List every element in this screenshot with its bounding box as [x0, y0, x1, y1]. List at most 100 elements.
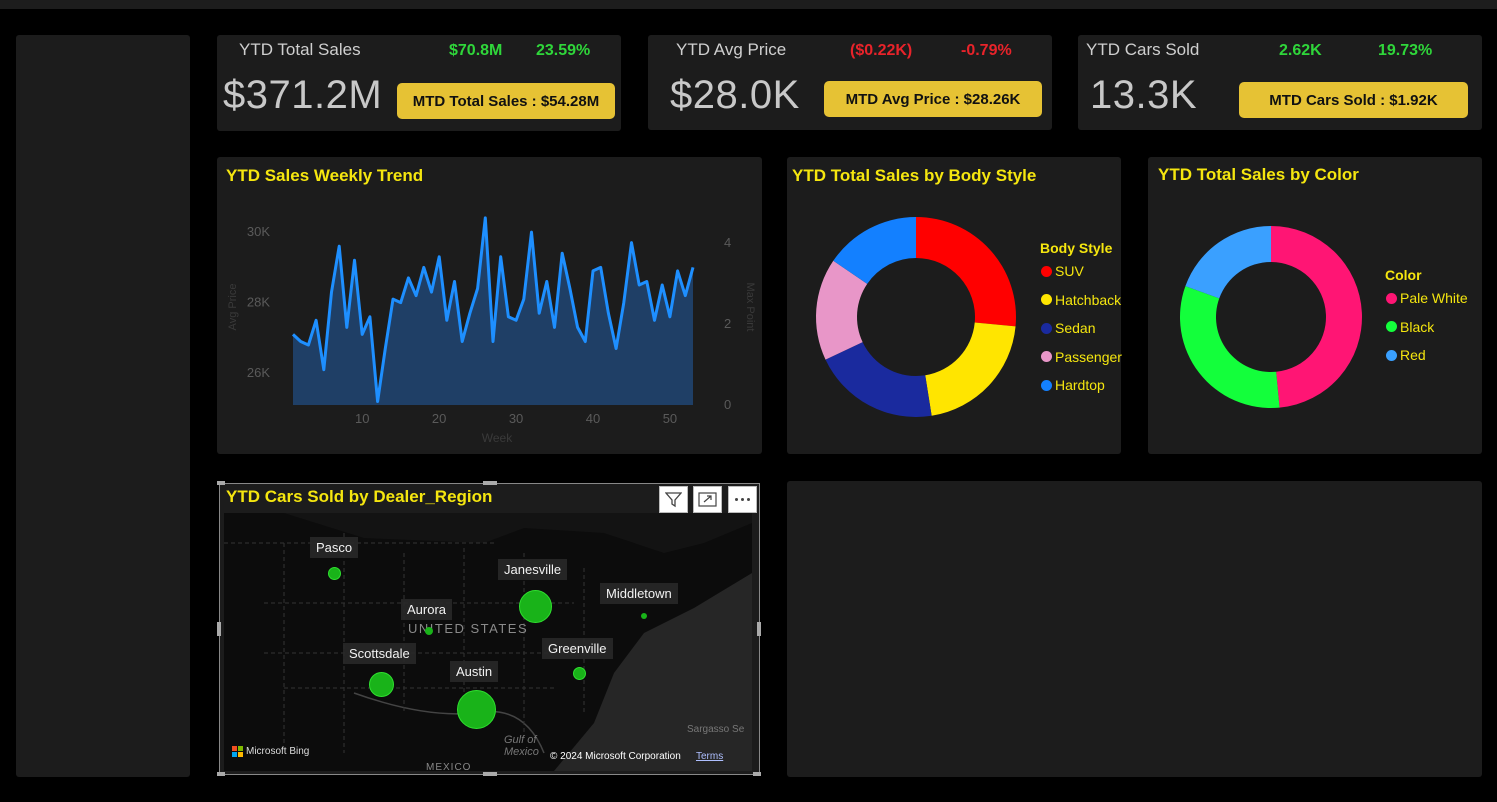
body-style-visual[interactable]: YTD Total Sales by Body Style Body Style…: [787, 157, 1122, 454]
x-tick-label: 10: [355, 411, 369, 426]
y-tick-label: 26K: [247, 365, 270, 380]
slice-pale-white[interactable]: [1271, 226, 1362, 408]
filter-button[interactable]: [659, 486, 688, 513]
legend-marker: [1386, 321, 1397, 332]
region-label-pasco: Pasco: [310, 537, 359, 558]
legend-label: SUV: [1055, 263, 1084, 279]
more-options-button[interactable]: [728, 486, 757, 513]
region-bubble-scottsdale[interactable]: [369, 672, 394, 697]
region-bubble-austin[interactable]: [457, 690, 496, 729]
region-bubble-aurora[interactable]: [425, 627, 433, 635]
color-visual[interactable]: YTD Total Sales by Color Color Pale Whit…: [1148, 157, 1482, 454]
kpi-label: YTD Total Sales: [239, 40, 361, 59]
more-options-icon: [735, 498, 750, 501]
legend-item-suv[interactable]: SUV: [1041, 263, 1084, 279]
focus-mode-button[interactable]: [693, 486, 722, 513]
kpi-label: YTD Avg Price: [676, 40, 787, 59]
left-axis-label: Avg Price: [227, 284, 239, 331]
x-tick-label: 30: [509, 411, 523, 426]
terms-link[interactable]: Terms: [696, 751, 723, 762]
region-label-austin: Austin: [450, 661, 499, 682]
x-tick-label: 50: [663, 411, 677, 426]
x-axis-label: Week: [482, 431, 513, 445]
legend-label: Hardtop: [1055, 377, 1105, 393]
kpi-value: $371.2M: [223, 73, 383, 117]
slice-hatchback[interactable]: [925, 322, 1016, 416]
resize-handle[interactable]: [217, 772, 225, 776]
y2-tick-label: 4: [724, 235, 731, 250]
legend-title: Color: [1385, 267, 1422, 283]
slice-suv[interactable]: [916, 217, 1016, 327]
resize-handle[interactable]: [217, 622, 221, 636]
legend-item-sedan[interactable]: Sedan: [1041, 320, 1095, 336]
legend-label: Passenger: [1055, 348, 1122, 365]
y2-tick-label: 0: [724, 397, 731, 412]
kpi-card-avg-price: YTD Avg Price ($0.22K) -0.79% $28.0K MTD…: [648, 35, 1052, 130]
legend-label: Red: [1400, 347, 1426, 363]
slice-black[interactable]: [1180, 286, 1280, 408]
us-map-background: [224, 513, 752, 771]
region-bubble-pasco[interactable]: [328, 567, 341, 580]
copyright: © 2024 Microsoft Corporation: [550, 751, 681, 762]
region-label-middletown: Middletown: [600, 583, 678, 604]
legend-marker: [1041, 379, 1052, 391]
region-bubble-middletown[interactable]: [641, 613, 647, 619]
region-label-scottsdale: Scottsdale: [343, 643, 416, 664]
bing-label: Microsoft Bing: [246, 746, 310, 757]
region-bubble-janesville[interactable]: [519, 590, 552, 623]
sea-label: Sargasso Se: [687, 724, 745, 735]
expand-icon: [698, 492, 717, 507]
legend-marker: [1386, 349, 1397, 361]
mtd-cars-sold-button[interactable]: MTD Cars Sold : $1.92K: [1239, 82, 1468, 118]
legend-marker: [1386, 292, 1397, 304]
kpi-delta-abs: 2.62K: [1279, 42, 1322, 59]
region-bubble-greenville[interactable]: [573, 667, 586, 680]
legend-marker: [1041, 294, 1052, 305]
resize-handle[interactable]: [753, 772, 761, 776]
legend-item-red[interactable]: Red: [1386, 347, 1426, 363]
legend-item-passenger[interactable]: Passenger: [1041, 349, 1122, 365]
y-tick-label: 28K: [247, 295, 270, 310]
kpi-card-total-sales: YTD Total Sales $70.8M 23.59% $371.2M MT…: [217, 35, 621, 131]
kpi-delta-pct: 23.59%: [536, 42, 591, 59]
legend-item-black[interactable]: Black: [1386, 319, 1434, 335]
legend-marker: [1041, 351, 1052, 362]
legend-item-pale-white[interactable]: Pale White: [1386, 290, 1468, 306]
resize-handle[interactable]: [483, 481, 497, 485]
region-label-aurora: Aurora: [401, 599, 453, 620]
map-canvas[interactable]: UNITED STATES Gulf of Mexico MEXICO Sarg…: [224, 513, 752, 771]
legend-label: Black: [1400, 318, 1435, 335]
visual-title: YTD Total Sales by Color: [1158, 165, 1359, 184]
top-bar: [0, 0, 1497, 9]
x-tick-label: 40: [586, 411, 600, 426]
kpi-value: 13.3K: [1090, 73, 1198, 117]
visual-title: YTD Cars Sold by Dealer_Region: [226, 487, 493, 506]
legend-item-hatchback[interactable]: Hatchback: [1041, 292, 1121, 308]
legend-label: Pale White: [1400, 290, 1468, 306]
mtd-total-sales-button[interactable]: MTD Total Sales : $54.28M: [397, 83, 615, 119]
kpi-delta-pct: 19.73%: [1378, 42, 1433, 59]
left-filter-panel[interactable]: [16, 35, 190, 777]
resize-handle[interactable]: [483, 772, 497, 776]
body-style-donut[interactable]: [787, 197, 1027, 437]
kpi-delta-abs: ($0.22K): [850, 42, 913, 59]
y-tick-label: 30K: [247, 224, 270, 239]
mtd-avg-price-button[interactable]: MTD Avg Price : $28.26K: [824, 81, 1042, 117]
color-donut[interactable]: [1148, 197, 1388, 437]
resize-handle[interactable]: [217, 481, 225, 485]
region-label-greenville: Greenville: [542, 638, 613, 659]
legend-item-hardtop[interactable]: Hardtop: [1041, 377, 1105, 393]
legend-marker: [1041, 322, 1052, 334]
weekly-trend-chart[interactable]: 26K 28K 30K 0 2 4 10 20 30 40 50 Avg Price Max P…: [217, 157, 762, 454]
resize-handle[interactable]: [757, 622, 761, 636]
kpi-card-cars-sold: YTD Cars Sold 2.62K 19.73% 13.3K MTD Car…: [1078, 35, 1482, 130]
weekly-trend-visual[interactable]: YTD Sales Weekly Trend 26K 28K 30K 024 10 2…: [217, 157, 762, 454]
slice-red[interactable]: [1185, 226, 1271, 299]
filter-icon: [665, 492, 682, 508]
x-tick-label: 20: [432, 411, 446, 426]
bing-logo: Microsoft Bing: [232, 746, 309, 757]
visual-title: YTD Total Sales by Body Style: [792, 166, 1037, 185]
kpi-value: $28.0K: [670, 73, 800, 117]
legend-label: Hatchback: [1055, 291, 1122, 308]
slice-sedan[interactable]: [825, 342, 932, 417]
